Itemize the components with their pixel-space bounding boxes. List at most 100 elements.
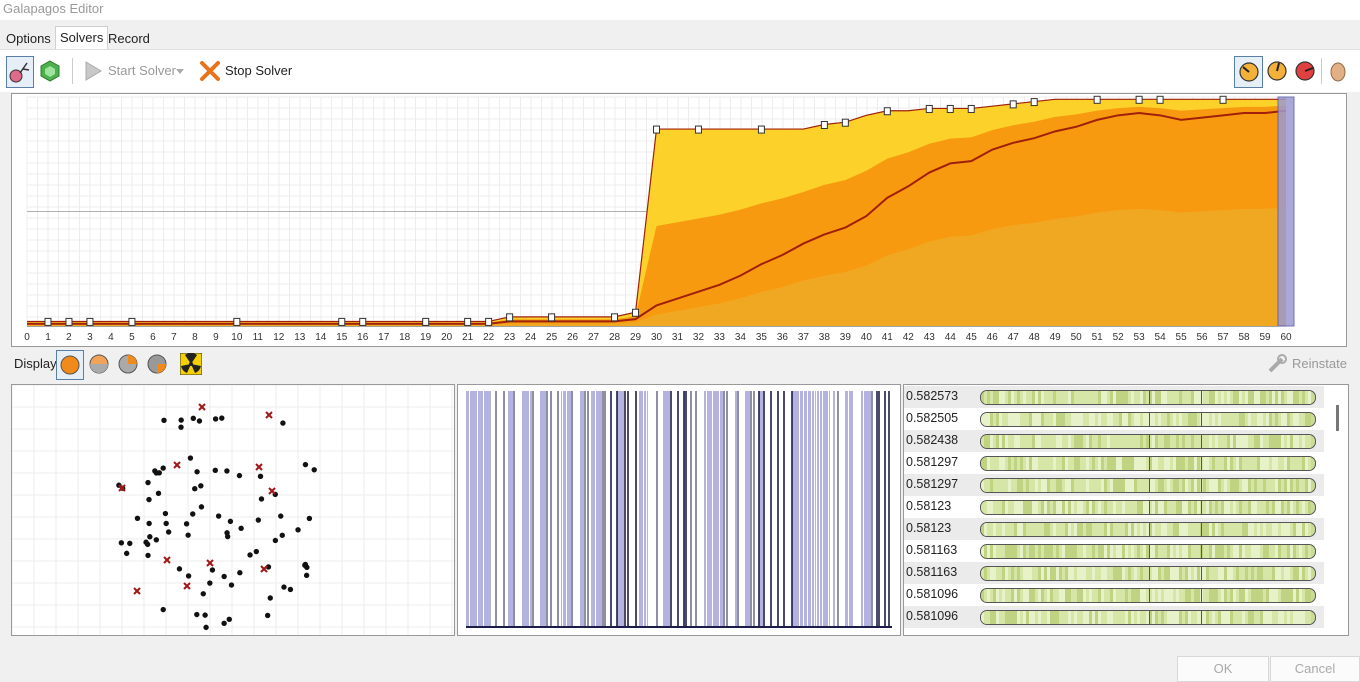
population-point bbox=[185, 532, 191, 538]
x-tick-label: 36 bbox=[777, 332, 789, 343]
annealing-solver-button[interactable] bbox=[37, 58, 63, 84]
genome-fitness-value: 0.582505 bbox=[906, 411, 959, 425]
improvement-marker bbox=[338, 317, 346, 326]
population-point bbox=[281, 584, 287, 590]
annealing-solver-icon bbox=[40, 60, 60, 82]
gene-bar bbox=[522, 391, 529, 627]
population-point bbox=[306, 515, 313, 522]
start-solver-label[interactable]: Start Solver bbox=[108, 61, 176, 81]
genome-row[interactable]: 0.58123 bbox=[904, 496, 1324, 518]
population-point bbox=[196, 418, 203, 424]
improvement-marker bbox=[1093, 95, 1101, 104]
population-point bbox=[147, 534, 153, 540]
tab-options[interactable]: Options bbox=[2, 29, 55, 48]
genome-row[interactable]: 0.58123 bbox=[904, 518, 1324, 540]
speed-medium-button[interactable] bbox=[1264, 58, 1290, 84]
discarded-point bbox=[183, 582, 191, 590]
play-icon bbox=[85, 61, 102, 81]
x-tick-label: 57 bbox=[1217, 332, 1229, 343]
gene-bar bbox=[591, 391, 595, 627]
tab-solvers[interactable]: Solvers bbox=[55, 26, 109, 49]
tab-record[interactable]: Record bbox=[104, 29, 154, 48]
gene-bar bbox=[644, 391, 646, 627]
speed-fast-button[interactable] bbox=[1292, 58, 1318, 84]
genome-fitness-value: 0.581163 bbox=[906, 543, 958, 557]
speed-slow-button[interactable] bbox=[1234, 56, 1263, 88]
x-tick-label: 14 bbox=[315, 332, 327, 343]
gene-bar bbox=[735, 391, 737, 627]
x-tick-label: 49 bbox=[1050, 332, 1062, 343]
population-point bbox=[176, 566, 183, 572]
display-mode-button-4[interactable] bbox=[144, 351, 170, 377]
improvement-marker bbox=[464, 317, 472, 326]
gauge-slow-icon bbox=[1238, 62, 1259, 82]
genome-list-panel[interactable]: 0.582573 0.582505 0.582438 0.581297 0.581297… bbox=[903, 384, 1349, 636]
reinstate-button[interactable] bbox=[1266, 353, 1288, 375]
genome-row[interactable]: 0.581096 bbox=[904, 606, 1324, 628]
population-point bbox=[160, 465, 166, 471]
population-point bbox=[134, 515, 141, 522]
genome-row[interactable]: 0.581297 bbox=[904, 474, 1324, 496]
display-mode-button-3[interactable] bbox=[115, 351, 141, 377]
genome-row[interactable]: 0.581297 bbox=[904, 452, 1324, 474]
reinstate-label[interactable]: Reinstate bbox=[1292, 354, 1347, 374]
gene-bar bbox=[647, 391, 648, 627]
evolutionary-solver-button[interactable] bbox=[6, 56, 34, 88]
improvement-marker bbox=[883, 107, 891, 116]
cancel-button[interactable]: Cancel bbox=[1270, 656, 1360, 682]
display-mode-button-1[interactable] bbox=[56, 350, 84, 380]
fitness-graph[interactable]: 0 1 2 3 4 5 6 7 8 9 10 11 12 13 14 15 16 17 18 19 20 21 22 23 24… bbox=[11, 93, 1347, 347]
population-point bbox=[255, 517, 262, 523]
population-point bbox=[160, 606, 166, 613]
x-tick-label: 46 bbox=[987, 332, 999, 343]
genome-row[interactable]: 0.581163 bbox=[904, 562, 1324, 584]
population-point bbox=[302, 461, 309, 468]
genome-fitness-value: 0.581096 bbox=[906, 609, 959, 623]
genome-row[interactable]: 0.581163 bbox=[904, 540, 1324, 562]
population-point bbox=[311, 467, 317, 473]
population-point bbox=[178, 417, 184, 423]
genome-row[interactable]: 0.582573 bbox=[904, 386, 1324, 408]
population-point bbox=[187, 455, 194, 461]
chevron-down-icon[interactable] bbox=[175, 68, 185, 76]
genome-barcode-panel[interactable] bbox=[457, 384, 901, 636]
x-tick-label: 45 bbox=[966, 332, 978, 343]
stop-solver-label[interactable]: Stop Solver bbox=[225, 61, 292, 81]
population-point bbox=[227, 518, 234, 525]
gauge-fast-icon bbox=[1295, 61, 1315, 81]
egg-button[interactable] bbox=[1326, 58, 1350, 84]
gene-bar bbox=[470, 391, 477, 627]
x-tick-label: 5 bbox=[129, 332, 135, 343]
genome-row[interactable]: 0.581096 bbox=[904, 584, 1324, 606]
orange-ball-icon bbox=[60, 355, 80, 375]
x-tick-label: 56 bbox=[1197, 332, 1209, 343]
genome-row[interactable]: 0.582438 bbox=[904, 430, 1324, 452]
radiation-button[interactable] bbox=[178, 351, 204, 377]
gene-bar bbox=[823, 391, 828, 627]
genome-fitness-value: 0.582438 bbox=[906, 433, 959, 447]
wrench-icon bbox=[1268, 354, 1287, 373]
genome-fitness-value: 0.58123 bbox=[906, 499, 952, 513]
gene-bar bbox=[804, 391, 807, 627]
title-bar: Galapagos Editor bbox=[0, 0, 1360, 20]
genome-bar bbox=[980, 478, 1316, 493]
x-tick-label: 58 bbox=[1238, 332, 1250, 343]
population-point bbox=[257, 473, 264, 480]
population-point bbox=[212, 416, 219, 422]
stop-solver-button[interactable] bbox=[198, 59, 222, 83]
population-point bbox=[267, 595, 273, 601]
population-scatter-panel[interactable] bbox=[11, 384, 455, 636]
gene-bar bbox=[792, 391, 799, 627]
gray-ball-dark-icon bbox=[147, 354, 167, 374]
display-mode-button-2[interactable] bbox=[86, 351, 112, 377]
start-solver-button[interactable] bbox=[82, 60, 104, 82]
x-tick-label: 10 bbox=[231, 332, 243, 343]
population-point bbox=[207, 580, 213, 586]
genome-row[interactable]: 0.582505 bbox=[904, 408, 1324, 430]
x-tick-label: 4 bbox=[108, 332, 114, 343]
list-scrollbar-thumb[interactable] bbox=[1336, 405, 1339, 431]
population-point bbox=[279, 532, 285, 538]
x-tick-label: 22 bbox=[483, 332, 495, 343]
genome-bar bbox=[980, 544, 1316, 559]
ok-button[interactable]: OK bbox=[1177, 656, 1269, 682]
